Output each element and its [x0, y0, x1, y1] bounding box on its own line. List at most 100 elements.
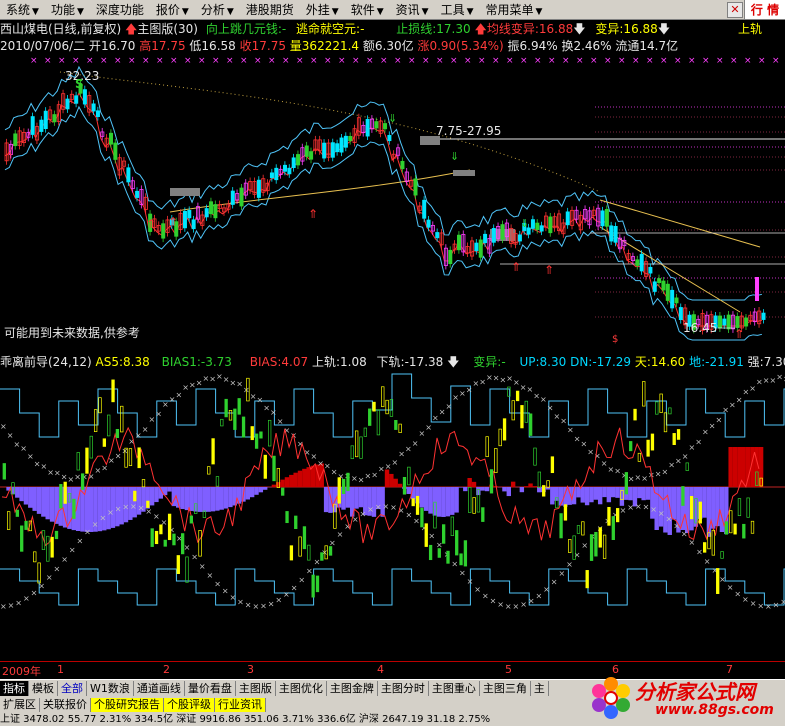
tab-related-quote[interactable]: 关联报价	[40, 698, 91, 712]
cross-mark: ×	[702, 427, 709, 436]
indicator-as: AS5:8.38	[95, 355, 150, 369]
tab-all[interactable]: 全部	[58, 681, 87, 696]
cross-mark: ×	[682, 452, 689, 461]
tab-channel-draw[interactable]: 通道画线	[134, 681, 185, 696]
indicator-bar	[489, 469, 494, 494]
tab-research-report[interactable]: 个股研究报告	[91, 698, 164, 712]
signal-dot: ×	[660, 56, 668, 66]
menu-software[interactable]: 软件 ▼	[345, 1, 390, 18]
candle-body	[287, 167, 292, 175]
indicator-bar	[481, 507, 485, 522]
bias-area-bar	[615, 487, 620, 498]
cross-mark: ×	[486, 373, 493, 382]
indicator-bar	[633, 408, 637, 421]
cross-mark: ×	[31, 588, 38, 597]
cross-mark: ×	[459, 389, 466, 398]
tab-volume-watch[interactable]: 量价看盘	[185, 681, 236, 696]
chart-version[interactable]: 主图版(30)	[137, 22, 198, 36]
menu-function[interactable]: 功能 ▼	[45, 1, 90, 18]
menu-quote[interactable]: 报价 ▼	[150, 1, 195, 18]
indicator-bar	[424, 523, 428, 547]
trend-line	[599, 226, 741, 313]
close-icon[interactable]: ✕	[727, 2, 743, 18]
axis-month: 4	[377, 663, 384, 676]
tab-main-gold[interactable]: 主图金牌	[327, 681, 378, 696]
indicator-bar	[372, 401, 376, 412]
sell-arrow-icon: ⇓	[520, 217, 529, 230]
tab-main-version[interactable]: 主图版	[236, 681, 276, 696]
menu-analysis[interactable]: 分析 ▼	[195, 1, 240, 18]
menu-deep-function[interactable]: 深度功能	[90, 1, 150, 18]
menu-plugin[interactable]: 外挂 ▼	[300, 1, 345, 18]
candle-body	[600, 210, 605, 227]
indicator-bar	[437, 548, 441, 558]
signal-dot: ×	[632, 56, 640, 66]
indicator-bar	[263, 454, 267, 479]
bias-area-bar	[223, 487, 229, 509]
candle-body	[296, 154, 301, 166]
signal-dot: ×	[212, 56, 220, 66]
cross-mark: ×	[257, 395, 264, 404]
cross-mark: ×	[520, 383, 527, 392]
indicator-bar	[328, 546, 333, 556]
main-kline-chart[interactable]: × × × × × × × × × × × × × × × × × × × × × × × × × × × × × × × × × × × × × × × ×…	[0, 52, 785, 348]
tab-w1-wave[interactable]: W1数浪	[87, 681, 134, 696]
cross-mark: ×	[122, 502, 129, 511]
cross-mark: ×	[245, 601, 252, 610]
indicator-bar	[729, 510, 733, 534]
indicator-chart[interactable]: ××× ××× ×× × × × × × ×× ×× ××××××××× ×× × ×× × × × × ××× ××…	[0, 369, 785, 661]
indicator-bar	[176, 555, 180, 574]
tab-main-more[interactable]: 主	[531, 681, 549, 696]
cross-mark: ×	[627, 503, 634, 512]
tab-stock-rating[interactable]: 个股评级	[164, 698, 215, 712]
cross-mark: ×	[459, 569, 466, 578]
tab-main-intraday[interactable]: 主图分时	[378, 681, 429, 696]
bias-area-bar	[384, 469, 390, 487]
candle-body	[187, 210, 192, 219]
candle-body	[191, 219, 196, 230]
tab-extension[interactable]: 扩展区	[0, 698, 40, 712]
cross-mark: ×	[155, 409, 162, 418]
bias-area-bar	[219, 487, 224, 510]
cross-mark: ×	[547, 403, 554, 412]
indicator-name[interactable]: 乖离前导(24,12)	[0, 355, 92, 369]
bias-area-bar	[611, 487, 616, 498]
menu-system[interactable]: 系统 ▼	[0, 1, 45, 18]
quote-low: 低16.58	[189, 39, 236, 53]
tab-main-center[interactable]: 主图重心	[429, 681, 480, 696]
indicator-sky: 天:14.60	[634, 355, 686, 369]
signal-dot: ×	[492, 56, 500, 66]
indicator-bar	[85, 447, 89, 474]
tab-industry-news[interactable]: 行业资讯	[215, 698, 266, 712]
bias-area-bar	[36, 487, 42, 514]
indicator-bar	[237, 398, 241, 415]
candle-body	[322, 142, 327, 159]
indicator-bar	[215, 476, 220, 487]
menu-tools[interactable]: 工具 ▼	[435, 1, 480, 18]
candle-body	[65, 98, 70, 110]
signal-dot: ×	[534, 56, 542, 66]
signal-dot: ×	[744, 56, 752, 66]
signal-dot: ×	[394, 56, 402, 66]
cross-mark: ×	[314, 557, 321, 566]
indicator-bar	[594, 531, 598, 557]
tab-template[interactable]: 模板	[29, 681, 58, 696]
bias-area-bar	[645, 487, 651, 500]
cross-mark: ×	[574, 435, 581, 444]
menu-favorites[interactable]: 常用菜单 ▼	[480, 1, 549, 18]
cross-mark: ×	[727, 583, 734, 592]
indicator-bar	[716, 568, 720, 594]
menu-hk-futures[interactable]: 港股期货	[240, 1, 300, 18]
bias-area-bar	[732, 447, 738, 487]
tab-main-optimize[interactable]: 主图优化	[276, 681, 327, 696]
cross-mark: ×	[260, 602, 267, 611]
menu-news[interactable]: 资讯 ▼	[390, 1, 435, 18]
tab-main-triangle[interactable]: 主图三角	[480, 681, 531, 696]
indicator-bar	[385, 399, 389, 415]
indicator-bar	[259, 431, 263, 439]
indicator-bar	[250, 426, 254, 441]
indicator-bar	[163, 539, 167, 547]
bias-area-bar	[637, 487, 642, 499]
indicator-bar	[137, 447, 141, 469]
tab-indicator[interactable]: 指标	[0, 681, 29, 696]
